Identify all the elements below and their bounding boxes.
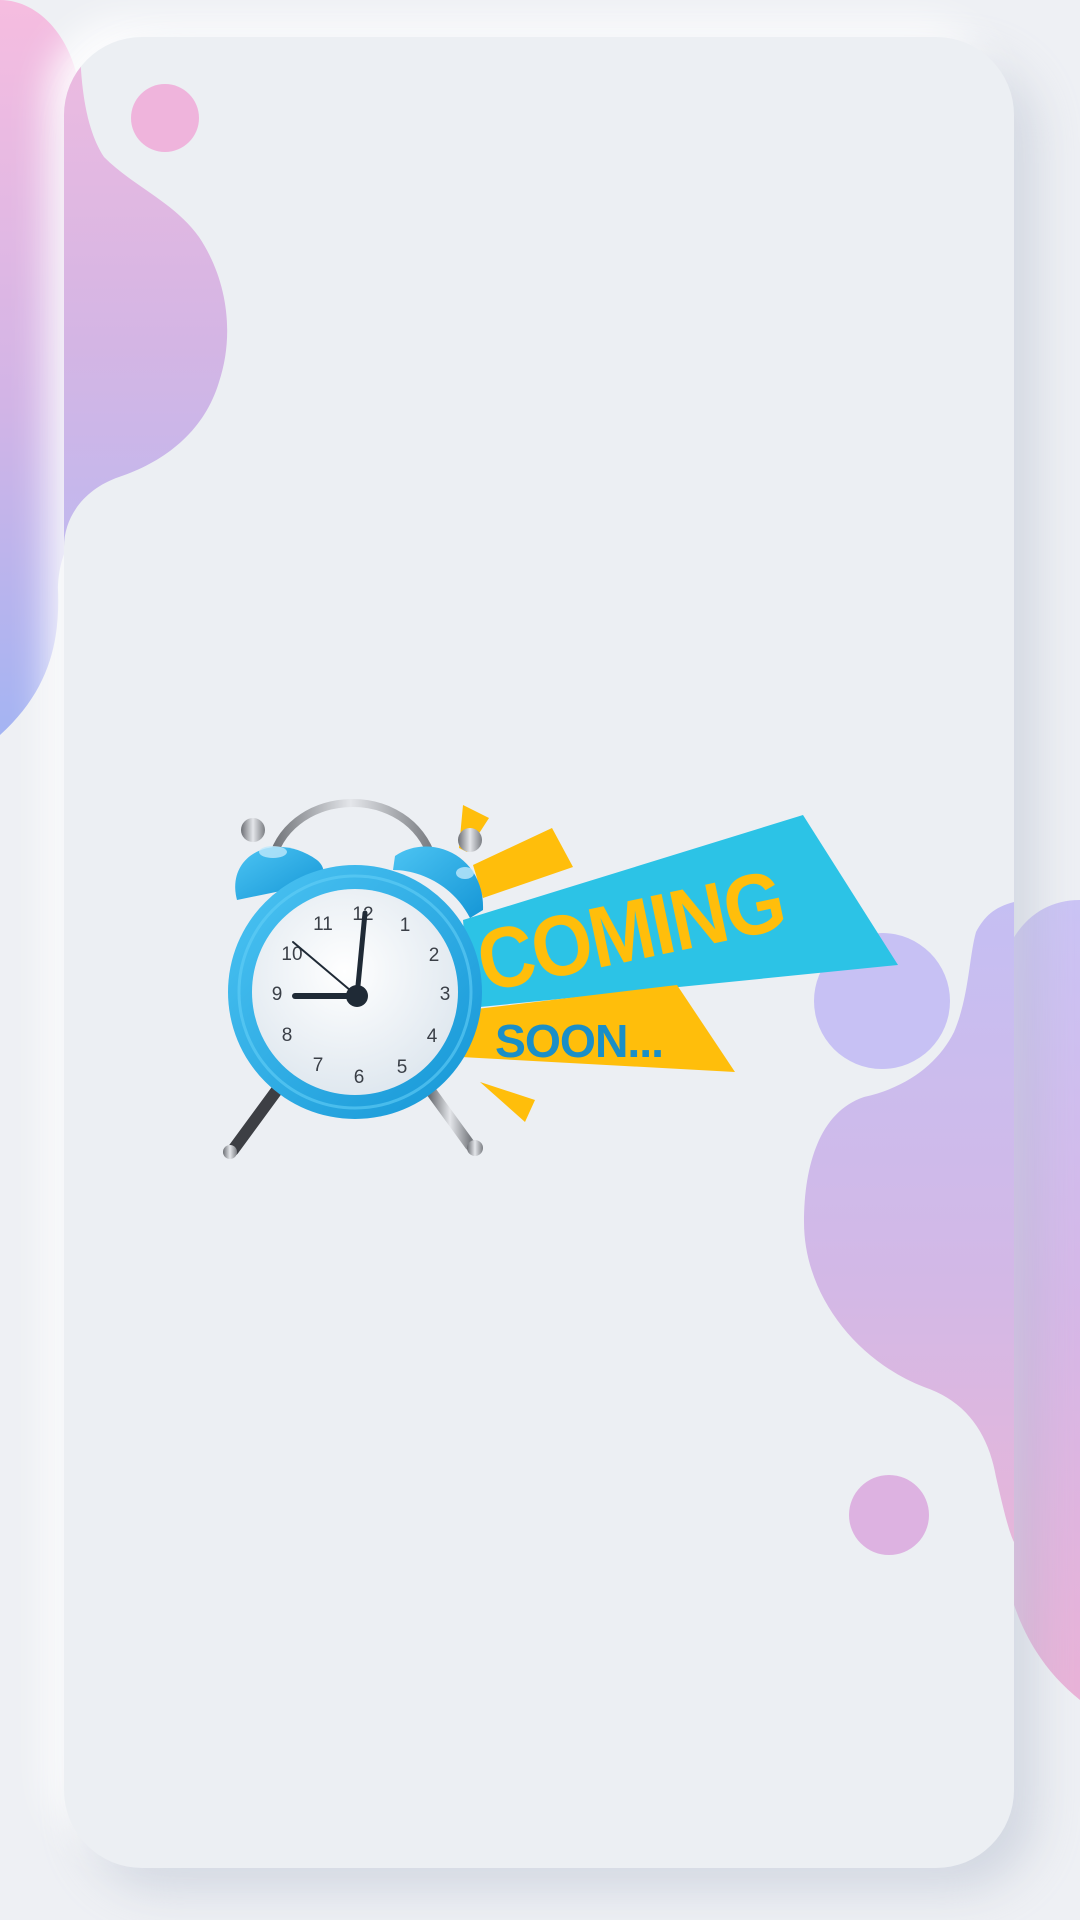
soon-text: SOON... (495, 1015, 663, 1067)
yellow-spark-large (473, 828, 573, 898)
clock-number-1: 1 (400, 915, 411, 936)
clock-knob-right (458, 828, 482, 852)
bell-left-shine (259, 846, 287, 858)
clock-number-4: 4 (427, 1026, 438, 1047)
clock-foot-left (223, 1145, 237, 1159)
yellow-spark-bottom (480, 1082, 535, 1122)
coming-soon-illustration: COMING SOON... 12 1 2 3 4 5 6 7 8 9 10 1… (223, 799, 898, 1159)
clock-number-11: 11 (313, 914, 333, 935)
clock-foot-right (467, 1140, 483, 1156)
clock-number-7: 7 (313, 1055, 324, 1076)
pink-dot-top (131, 84, 199, 152)
clock-number-5: 5 (397, 1057, 408, 1078)
bell-right-shine (456, 867, 474, 879)
clock-leg-right (424, 1084, 476, 1151)
clock-center-pin (346, 985, 368, 1007)
clock-leg-left (227, 1084, 283, 1156)
clock-knob-left (241, 818, 265, 842)
clock-number-9: 9 (272, 984, 283, 1005)
clock-number-8: 8 (282, 1025, 293, 1046)
clock-number-2: 2 (429, 945, 440, 966)
clock-number-3: 3 (440, 984, 451, 1005)
clock-number-6: 6 (354, 1067, 365, 1088)
pink-dot-bottom (849, 1475, 929, 1555)
